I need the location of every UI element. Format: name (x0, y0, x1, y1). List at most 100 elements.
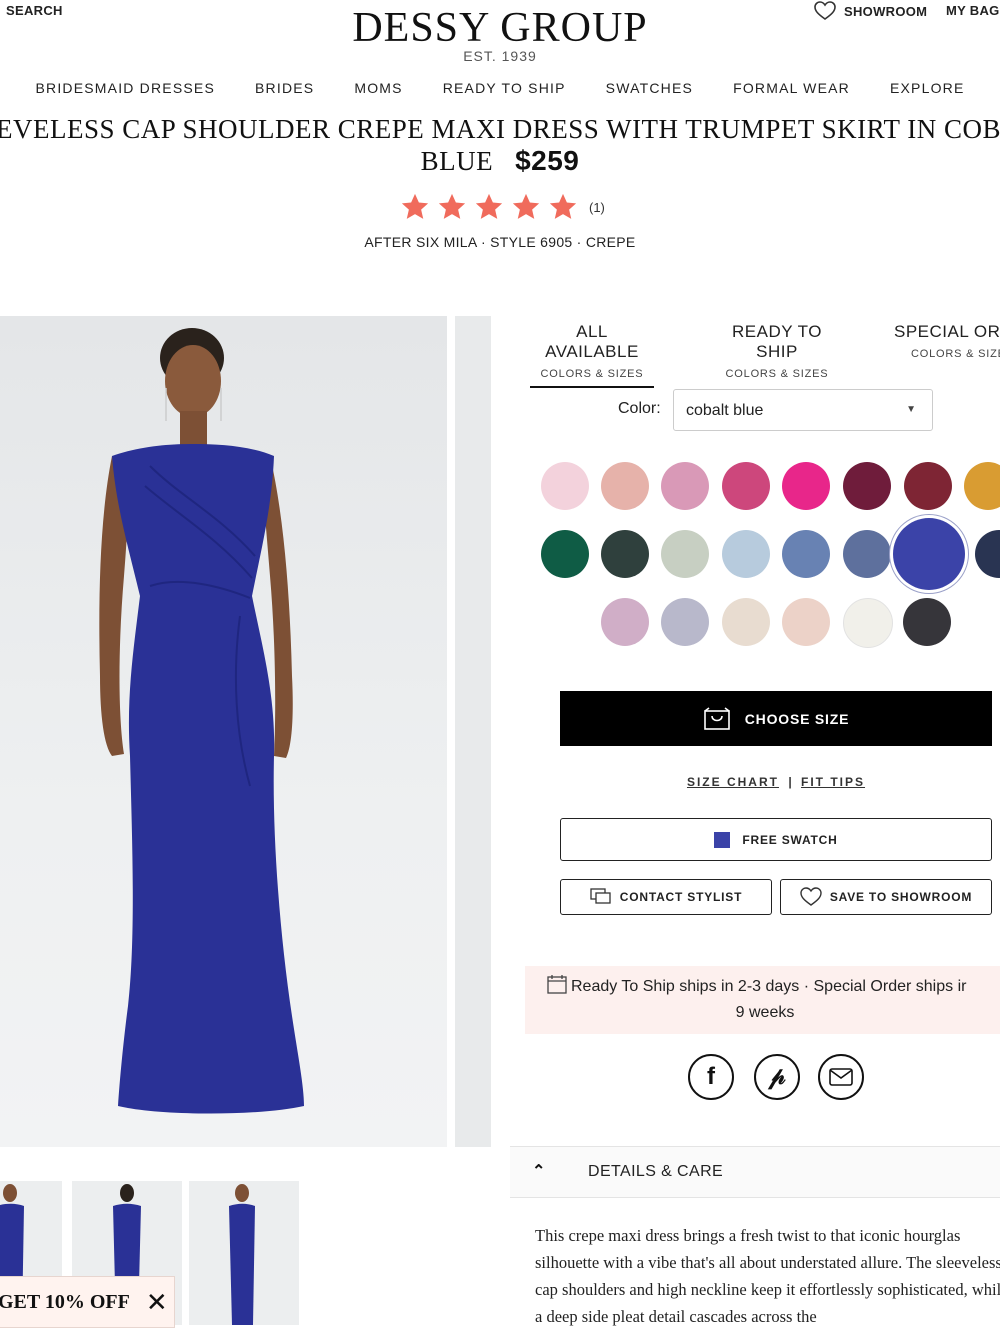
tab-ready-to-ship[interactable]: READY TO SHIP COLORS & SIZES (712, 322, 842, 380)
tab-subtitle: COLORS & SIZES (540, 368, 644, 380)
chevron-down-icon: ▼ (906, 404, 916, 415)
contact-stylist-button[interactable]: CONTACT STYLIST (560, 879, 772, 915)
color-swatch[interactable] (661, 530, 709, 578)
color-swatch[interactable] (975, 530, 1000, 578)
color-swatch[interactable] (601, 530, 649, 578)
link-separator: | (788, 775, 792, 789)
star-icon (438, 193, 466, 219)
nav-formal-wear[interactable]: FORMAL WEAR (713, 80, 870, 96)
logo-tagline: EST. 1939 (463, 48, 537, 64)
shipping-line1-row: Ready To Ship ships in 2-3 days · Specia… (525, 974, 1000, 1000)
product-title-end: BLUE (420, 146, 494, 176)
tab-subtitle: COLORS & SIZES (725, 368, 829, 380)
swatch-row-1 (541, 462, 1000, 512)
tab-title: ALL AVAILABLE (545, 322, 639, 361)
size-chart-link[interactable]: SIZE CHART (687, 775, 779, 789)
promo-text: GET 10% OFF (0, 1290, 130, 1313)
review-count[interactable]: (1) (589, 200, 605, 215)
free-swatch-label: FREE SWATCH (742, 832, 838, 847)
choose-size-button[interactable]: CHOOSE SIZE (560, 691, 992, 746)
shipping-line1: Ready To Ship ships in 2-3 days · Specia… (571, 978, 967, 995)
product-meta: AFTER SIX MILA · STYLE 6905 · CREPE (364, 234, 636, 250)
product-description: This crepe maxi dress brings a fresh twi… (535, 1226, 1000, 1326)
chat-icon (590, 888, 611, 904)
swatch-row-2 (541, 518, 1000, 590)
facebook-share-button[interactable]: f (688, 1054, 734, 1100)
color-select-value: cobalt blue (686, 402, 764, 419)
color-swatch[interactable] (601, 598, 649, 646)
color-swatch-selected[interactable] (893, 518, 965, 590)
email-share-button[interactable] (818, 1054, 864, 1100)
close-icon[interactable]: ✕ (146, 1287, 168, 1318)
tab-subtitle: COLORS & SIZE (911, 348, 1000, 360)
promo-banner[interactable]: GET 10% OFF ✕ (0, 1276, 175, 1328)
nav-ready-to-ship[interactable]: READY TO SHIP (423, 80, 586, 96)
product-title-line2: BLUE $259 (0, 145, 1000, 177)
color-swatch[interactable] (541, 530, 589, 578)
free-swatch-button[interactable]: FREE SWATCH (560, 818, 992, 861)
thumbnail-image (229, 1184, 255, 1325)
main-nav: BRIDESMAID DRESSES BRIDES MOMS READY TO … (0, 80, 1000, 96)
product-price: $259 (515, 145, 580, 176)
star-icon (512, 193, 540, 219)
details-care-accordion[interactable]: ⌃ DETAILS & CARE (510, 1146, 1000, 1198)
color-select[interactable]: cobalt blue ▼ (673, 389, 933, 431)
color-swatch[interactable] (964, 462, 1000, 510)
color-swatch[interactable] (722, 598, 770, 646)
pinterest-share-button[interactable]: 𝓅 (754, 1054, 800, 1100)
star-icon (549, 193, 577, 219)
color-swatch[interactable] (661, 462, 709, 510)
tab-active-underline (530, 386, 654, 388)
star-icon (475, 193, 503, 219)
fit-tips-link[interactable]: FIT TIPS (801, 775, 865, 789)
color-swatch[interactable] (661, 598, 709, 646)
product-title: EEVELESS CAP SHOULDER CREPE MAXI DRESS W… (0, 114, 1000, 144)
chevron-up-icon: ⌃ (532, 1163, 546, 1180)
color-swatch[interactable] (843, 530, 891, 578)
nav-explore[interactable]: EXPLORE (870, 80, 985, 96)
size-links: SIZE CHART | FIT TIPS (560, 775, 992, 789)
color-label: Color: (618, 400, 661, 417)
product-image-next-peek[interactable] (455, 316, 491, 1147)
thumbnail-3[interactable] (189, 1181, 299, 1325)
swatch-color-chip (714, 831, 731, 848)
model-illustration (99, 328, 304, 1114)
color-swatch[interactable] (782, 462, 830, 510)
color-swatch[interactable] (903, 598, 951, 646)
tab-all-available[interactable]: ALL AVAILABLE COLORS & SIZES (530, 322, 654, 388)
contact-stylist-label: CONTACT STYLIST (619, 890, 743, 904)
star-icon (401, 193, 429, 219)
bag-icon (703, 706, 730, 730)
nav-bridesmaid-dresses[interactable]: BRIDESMAID DRESSES (15, 80, 235, 96)
site-logo[interactable]: DESSY GROUP (0, 4, 1000, 52)
color-swatch[interactable] (541, 462, 589, 510)
color-swatch[interactable] (843, 598, 893, 648)
color-swatch[interactable] (722, 462, 770, 510)
details-care-heading: DETAILS & CARE (588, 1163, 724, 1180)
pinterest-icon: 𝓅 (768, 1063, 786, 1090)
color-swatch[interactable] (601, 462, 649, 510)
swatch-row-3 (601, 598, 1000, 648)
heart-icon (800, 887, 822, 906)
nav-swatches[interactable]: SWATCHES (586, 80, 713, 96)
tab-special-order[interactable]: SPECIAL ORD COLORS & SIZE (894, 322, 1000, 360)
save-to-showroom-button[interactable]: SAVE TO SHOWROOM (780, 879, 992, 915)
tab-title: READY TO SHIP (732, 322, 822, 361)
color-swatch[interactable] (782, 530, 830, 578)
product-main-image[interactable] (0, 316, 447, 1147)
color-swatch[interactable] (782, 598, 830, 646)
calendar-icon (547, 975, 567, 994)
shipping-line2: 9 weeks (735, 1004, 795, 1021)
color-swatch[interactable] (843, 462, 891, 510)
color-swatch[interactable] (722, 530, 770, 578)
color-swatch[interactable] (904, 462, 952, 510)
save-to-showroom-label: SAVE TO SHOWROOM (829, 890, 973, 904)
nav-brides[interactable]: BRIDES (235, 80, 334, 96)
choose-size-label: CHOOSE SIZE (744, 710, 850, 727)
shipping-info: Ready To Ship ships in 2-3 days · Specia… (525, 966, 1000, 1034)
mail-icon (829, 1068, 853, 1086)
tab-title: SPECIAL ORD (894, 322, 1000, 341)
facebook-icon: f (707, 1063, 715, 1090)
nav-moms[interactable]: MOMS (334, 80, 422, 96)
rating-stars[interactable]: (1) (400, 192, 605, 222)
